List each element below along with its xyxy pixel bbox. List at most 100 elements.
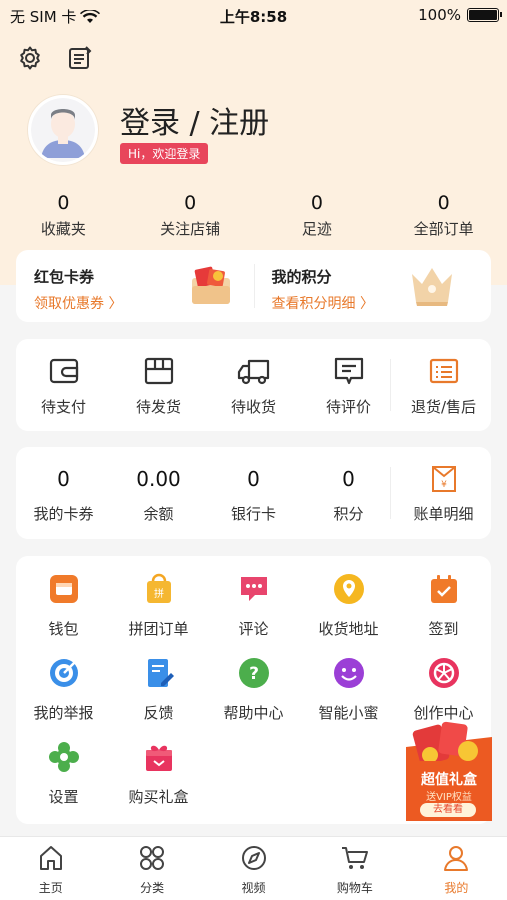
home-icon — [39, 846, 62, 870]
stat-label: 足迹 — [301, 220, 332, 238]
wallet-card: 0 我的卡券 0.00 余额 0 银行卡 0 积分 ¥ 账单明细 — [16, 447, 491, 539]
stat-footprints[interactable]: 0 足迹 — [254, 192, 381, 239]
coupon-promo[interactable]: 红包卡券 领取优惠券 〉 — [16, 250, 254, 322]
profile-stats: 0 收藏夹 0 关注店铺 0 足迹 0 全部订单 — [0, 192, 507, 239]
wallet-value: 0.00 — [136, 466, 181, 491]
order-pending-shipment[interactable]: 待发货 — [111, 354, 206, 417]
service-help-center[interactable]: ? 帮助中心 — [206, 656, 301, 723]
stat-followed-shops[interactable]: 0 关注店铺 — [127, 192, 254, 239]
service-label: 反馈 — [143, 704, 174, 722]
wallet-label: 积分 — [333, 504, 364, 523]
order-return-aftersale[interactable]: 退货/售后 — [396, 354, 491, 417]
points-title: 我的积分 — [271, 268, 332, 286]
order-pending-review[interactable]: 待评价 — [301, 354, 396, 417]
flower-gear-icon — [48, 742, 79, 772]
tab-label: 我的 — [444, 881, 469, 895]
service-label: 帮助中心 — [223, 704, 284, 722]
return-icon — [429, 358, 458, 383]
service-comments[interactable]: 评论 — [206, 572, 301, 639]
stat-value: 0 — [57, 192, 70, 214]
wallet-value: 0 — [57, 466, 70, 491]
box-icon — [144, 357, 173, 384]
service-smart-assistant[interactable]: 智能小蜜 — [301, 656, 396, 723]
gift-ad-subtitle: 送VIP权益 — [426, 792, 472, 803]
wallet-points[interactable]: 0 积分 — [301, 463, 396, 524]
avatar[interactable] — [28, 95, 98, 165]
wallet-label: 余额 — [143, 504, 174, 523]
red-envelope-icon — [192, 266, 230, 304]
bill-icon: ¥ — [431, 465, 456, 492]
service-address[interactable]: 收货地址 — [301, 572, 396, 639]
order-label: 待评价 — [325, 397, 371, 416]
order-label: 待发货 — [135, 397, 181, 416]
service-wallet[interactable]: 钱包 — [16, 572, 111, 639]
battery-icon — [467, 8, 502, 22]
login-register-link[interactable]: 登录 / 注册 — [120, 98, 269, 142]
gift-ad-button[interactable]: 去看看 — [420, 804, 476, 816]
svg-text:¥: ¥ — [441, 480, 447, 490]
settings-gear-icon[interactable] — [16, 44, 44, 72]
points-promo[interactable]: 我的积分 查看积分明细 〉 — [254, 250, 492, 322]
smiley-icon — [333, 658, 364, 688]
wallet-coupons[interactable]: 0 我的卡券 — [16, 463, 111, 524]
status-bar: 无 SIM 卡 上午8:58 100% — [0, 0, 507, 32]
order-label: 待支付 — [40, 397, 86, 416]
crown-icon — [411, 268, 452, 306]
service-label: 我的举报 — [33, 704, 94, 722]
stat-value: 0 — [310, 192, 323, 214]
svg-text:?: ? — [249, 664, 259, 684]
tab-mine[interactable]: 我的 — [406, 837, 507, 900]
service-checkin[interactable]: 签到 — [396, 572, 491, 639]
service-my-reports[interactable]: 我的举报 — [16, 656, 111, 723]
stat-label: 关注店铺 — [160, 220, 221, 238]
edit-notes-icon[interactable] — [66, 44, 94, 72]
service-buy-gift-box[interactable]: 购买礼盒 — [111, 740, 206, 807]
battery-percent: 100% — [418, 6, 461, 24]
tab-cart[interactable]: 购物车 — [304, 837, 405, 900]
service-label: 购买礼盒 — [128, 788, 189, 806]
gift-icon — [145, 745, 172, 771]
tab-video[interactable]: 视频 — [203, 837, 304, 900]
truck-icon — [237, 359, 269, 384]
tab-category[interactable]: 分类 — [101, 837, 202, 900]
service-label: 设置 — [48, 788, 79, 806]
wallet-value: 0 — [342, 466, 355, 491]
gift-box-floating-ad[interactable]: 超值礼盒 送VIP权益 去看看 — [406, 717, 492, 821]
comment-icon — [334, 357, 363, 384]
stat-favorites[interactable]: 0 收藏夹 — [0, 192, 127, 239]
compass-icon — [241, 846, 266, 870]
order-label: 待收货 — [230, 397, 276, 416]
tab-home[interactable]: 主页 — [0, 837, 101, 900]
stat-all-orders[interactable]: 0 全部订单 — [380, 192, 507, 239]
wallet-label: 账单明细 — [413, 504, 474, 523]
stat-value: 0 — [184, 192, 197, 214]
service-feedback[interactable]: 反馈 — [111, 656, 206, 723]
wallet-value: 0 — [247, 466, 260, 491]
user-icon — [444, 846, 469, 871]
stat-label: 全部订单 — [413, 220, 474, 238]
service-settings[interactable]: 设置 — [16, 740, 111, 807]
service-label: 签到 — [428, 620, 459, 638]
tab-label: 视频 — [241, 881, 266, 895]
aperture-icon — [428, 658, 459, 688]
points-link[interactable]: 查看积分明细 〉 — [272, 293, 492, 313]
wallet-label: 我的卡券 — [33, 504, 94, 523]
feedback-icon — [147, 659, 174, 687]
service-label: 智能小蜜 — [318, 704, 379, 722]
order-label: 退货/售后 — [410, 397, 477, 416]
order-pending-receipt[interactable]: 待收货 — [206, 354, 301, 417]
stat-label: 收藏夹 — [40, 220, 86, 238]
welcome-badge: Hi，欢迎登录 — [120, 143, 209, 164]
tab-label: 分类 — [140, 881, 165, 895]
stat-value: 0 — [437, 192, 450, 214]
service-group-orders[interactable]: 拼 拼团订单 — [111, 572, 206, 639]
category-icon — [140, 846, 165, 870]
wallet-bill-details[interactable]: ¥ 账单明细 — [396, 463, 491, 524]
wallet-bank-card[interactable]: 0 银行卡 — [206, 463, 301, 524]
order-pending-payment[interactable]: 待支付 — [16, 354, 111, 417]
svg-text:拼: 拼 — [154, 587, 164, 600]
service-creator-center[interactable]: 创作中心 — [396, 656, 491, 723]
gift-ad-title: 超值礼盒 — [421, 772, 477, 788]
wallet-balance[interactable]: 0.00 余额 — [111, 463, 206, 524]
bottom-tab-bar: 主页 分类 视频 购物车 我的 — [0, 836, 507, 900]
